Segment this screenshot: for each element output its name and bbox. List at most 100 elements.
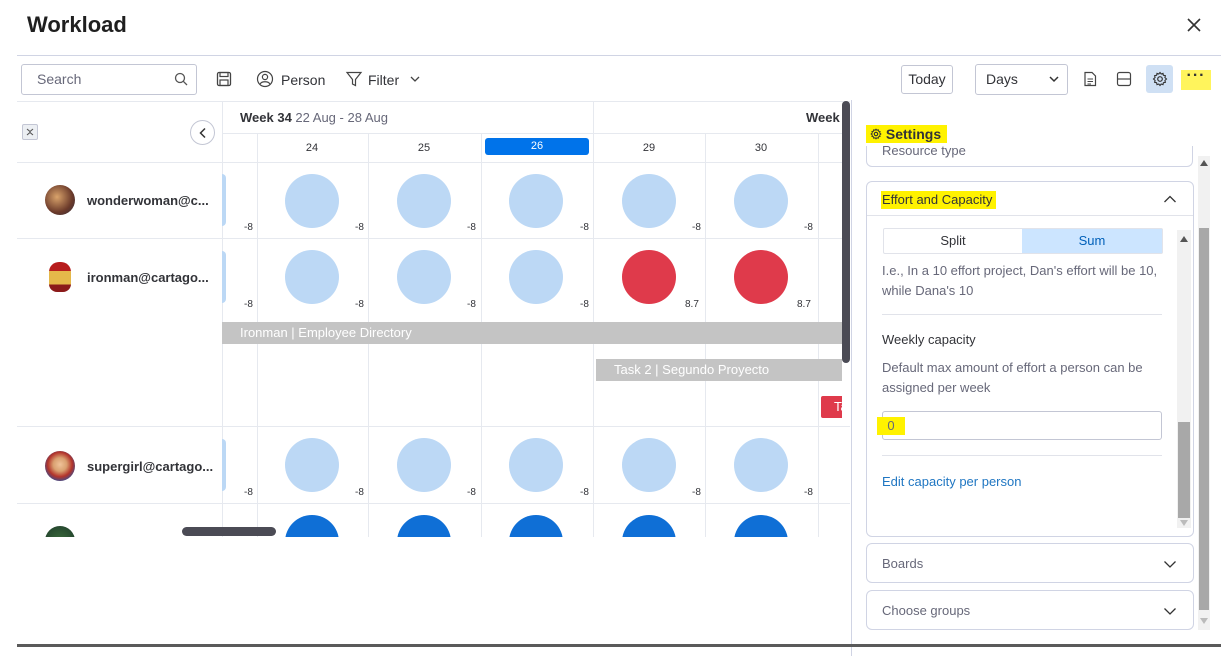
edit-capacity-link[interactable]: Edit capacity per person bbox=[882, 474, 1021, 489]
capacity-circle[interactable] bbox=[734, 515, 788, 537]
capacity-value: -8 bbox=[467, 487, 476, 498]
person-name[interactable]: ironman@cartago... bbox=[87, 270, 209, 285]
capacity-value: 8.7 bbox=[797, 299, 811, 310]
panel-scroll-track bbox=[1198, 156, 1210, 630]
filter-icon bbox=[345, 71, 363, 87]
divider bbox=[882, 455, 1162, 456]
aggregation-toggle: Split Sum bbox=[883, 228, 1163, 254]
weekly-capacity-title: Weekly capacity bbox=[882, 332, 976, 347]
chevron-down-icon bbox=[410, 76, 420, 82]
capacity-value: -8 bbox=[692, 222, 701, 233]
effort-capacity-section: Effort and Capacity Split Sum I.e., In a… bbox=[866, 181, 1194, 537]
effort-capacity-header[interactable]: Effort and Capacity bbox=[867, 182, 1193, 216]
capacity-circle[interactable] bbox=[622, 438, 676, 492]
resource-type-section[interactable]: Resource type bbox=[866, 146, 1193, 170]
capacity-circle[interactable] bbox=[285, 438, 339, 492]
search-input[interactable]: Search bbox=[21, 64, 197, 95]
row-partial bbox=[17, 504, 850, 537]
scroll-up-icon[interactable] bbox=[1200, 160, 1208, 166]
capacity-value: -8 bbox=[467, 299, 476, 310]
capacity-circle[interactable] bbox=[734, 438, 788, 492]
capacity-circle[interactable] bbox=[397, 438, 451, 492]
more-options-button[interactable]: ··· bbox=[1181, 68, 1211, 90]
collapse-rows-icon[interactable] bbox=[1116, 71, 1132, 92]
divider bbox=[882, 314, 1162, 315]
export-icon[interactable] bbox=[1083, 71, 1097, 92]
sum-description: I.e., In a 10 effort project, Dan's effo… bbox=[882, 263, 1158, 298]
capacity-circle[interactable] bbox=[622, 174, 676, 228]
boards-section[interactable]: Boards bbox=[866, 543, 1194, 583]
inner-scroll-track bbox=[1177, 230, 1191, 528]
capacity-circle[interactable] bbox=[285, 174, 339, 228]
chevron-down-icon bbox=[1049, 76, 1059, 83]
overloaded-circle[interactable] bbox=[734, 250, 788, 304]
capacity-circle[interactable] bbox=[285, 250, 339, 304]
horizontal-scrollbar[interactable] bbox=[182, 527, 276, 536]
capacity-circle-partial bbox=[222, 439, 226, 491]
close-icon[interactable] bbox=[1186, 14, 1202, 38]
capacity-circle[interactable] bbox=[397, 250, 451, 304]
chevron-left-icon bbox=[199, 127, 206, 139]
capacity-value: -8 bbox=[580, 299, 589, 310]
capacity-circle[interactable] bbox=[509, 174, 563, 228]
search-icon bbox=[174, 72, 188, 86]
capacity-value: -8 bbox=[355, 299, 364, 310]
collapse-all-icon[interactable] bbox=[22, 124, 38, 140]
capacity-circle[interactable] bbox=[509, 250, 563, 304]
grid-line bbox=[593, 101, 594, 537]
day-header-selected[interactable]: 26 bbox=[485, 138, 589, 155]
choose-groups-section[interactable]: Choose groups bbox=[866, 590, 1194, 630]
day-header: 29 bbox=[642, 142, 656, 154]
capacity-value: -8 bbox=[244, 299, 253, 310]
search-placeholder: Search bbox=[37, 71, 82, 87]
view-select[interactable]: Days bbox=[975, 64, 1068, 95]
settings-button[interactable] bbox=[1146, 65, 1173, 93]
task-bar[interactable]: Task 2 | Segundo Proyecto bbox=[596, 359, 842, 381]
capacity-circle[interactable] bbox=[285, 515, 339, 537]
capacity-value: -8 bbox=[580, 222, 589, 233]
task-bar[interactable]: Tas bbox=[821, 396, 842, 418]
task-bar[interactable]: Ironman | Employee Directory bbox=[222, 322, 842, 344]
capacity-value: 8.7 bbox=[685, 299, 699, 310]
scroll-down-icon[interactable] bbox=[1180, 520, 1188, 526]
effort-capacity-title: Effort and Capacity bbox=[881, 191, 997, 209]
overloaded-circle[interactable] bbox=[622, 250, 676, 304]
grid-top-border bbox=[17, 101, 850, 102]
filter-label: Filter bbox=[368, 72, 400, 88]
scroll-up-icon[interactable] bbox=[1180, 236, 1188, 242]
capacity-input-value: 0 bbox=[877, 417, 905, 435]
capacity-circle[interactable] bbox=[509, 438, 563, 492]
workload-dialog: Workload Search Person Filter Today Days… bbox=[0, 0, 1231, 656]
settings-title: Settings bbox=[866, 125, 948, 143]
today-button[interactable]: Today bbox=[901, 65, 953, 94]
vertical-scrollbar[interactable] bbox=[842, 101, 850, 363]
scroll-down-icon[interactable] bbox=[1200, 618, 1208, 624]
chevron-down-icon bbox=[1164, 561, 1176, 568]
chevron-down-icon bbox=[1164, 608, 1176, 615]
capacity-circle[interactable] bbox=[397, 174, 451, 228]
bottom-edge bbox=[17, 644, 1221, 647]
person-label: Person bbox=[281, 72, 326, 88]
previous-week-button[interactable] bbox=[190, 120, 215, 145]
capacity-value: -8 bbox=[355, 487, 364, 498]
weekly-capacity-description: Default max amount of effort a person ca… bbox=[882, 360, 1143, 395]
capacity-value: -8 bbox=[580, 487, 589, 498]
split-option[interactable]: Split bbox=[884, 229, 1022, 253]
next-week-label: Week bbox=[806, 110, 840, 125]
capacity-circle[interactable] bbox=[397, 515, 451, 537]
person-name[interactable]: supergirl@cartago... bbox=[87, 459, 213, 474]
save-icon[interactable] bbox=[215, 70, 233, 93]
day-header: 30 bbox=[754, 142, 768, 154]
capacity-value: -8 bbox=[355, 222, 364, 233]
grid-line bbox=[17, 162, 850, 163]
capacity-circle[interactable] bbox=[734, 174, 788, 228]
capacity-circle[interactable] bbox=[622, 515, 676, 537]
inner-scroll-thumb[interactable] bbox=[1178, 422, 1190, 518]
person-name[interactable]: wonderwoman@c... bbox=[87, 193, 209, 208]
sum-option[interactable]: Sum bbox=[1022, 229, 1162, 253]
chevron-up-icon bbox=[1164, 195, 1176, 203]
capacity-input[interactable]: 0 bbox=[877, 411, 1162, 440]
panel-scroll-thumb[interactable] bbox=[1199, 228, 1209, 610]
capacity-circle-partial bbox=[222, 251, 226, 303]
capacity-circle[interactable] bbox=[509, 515, 563, 537]
